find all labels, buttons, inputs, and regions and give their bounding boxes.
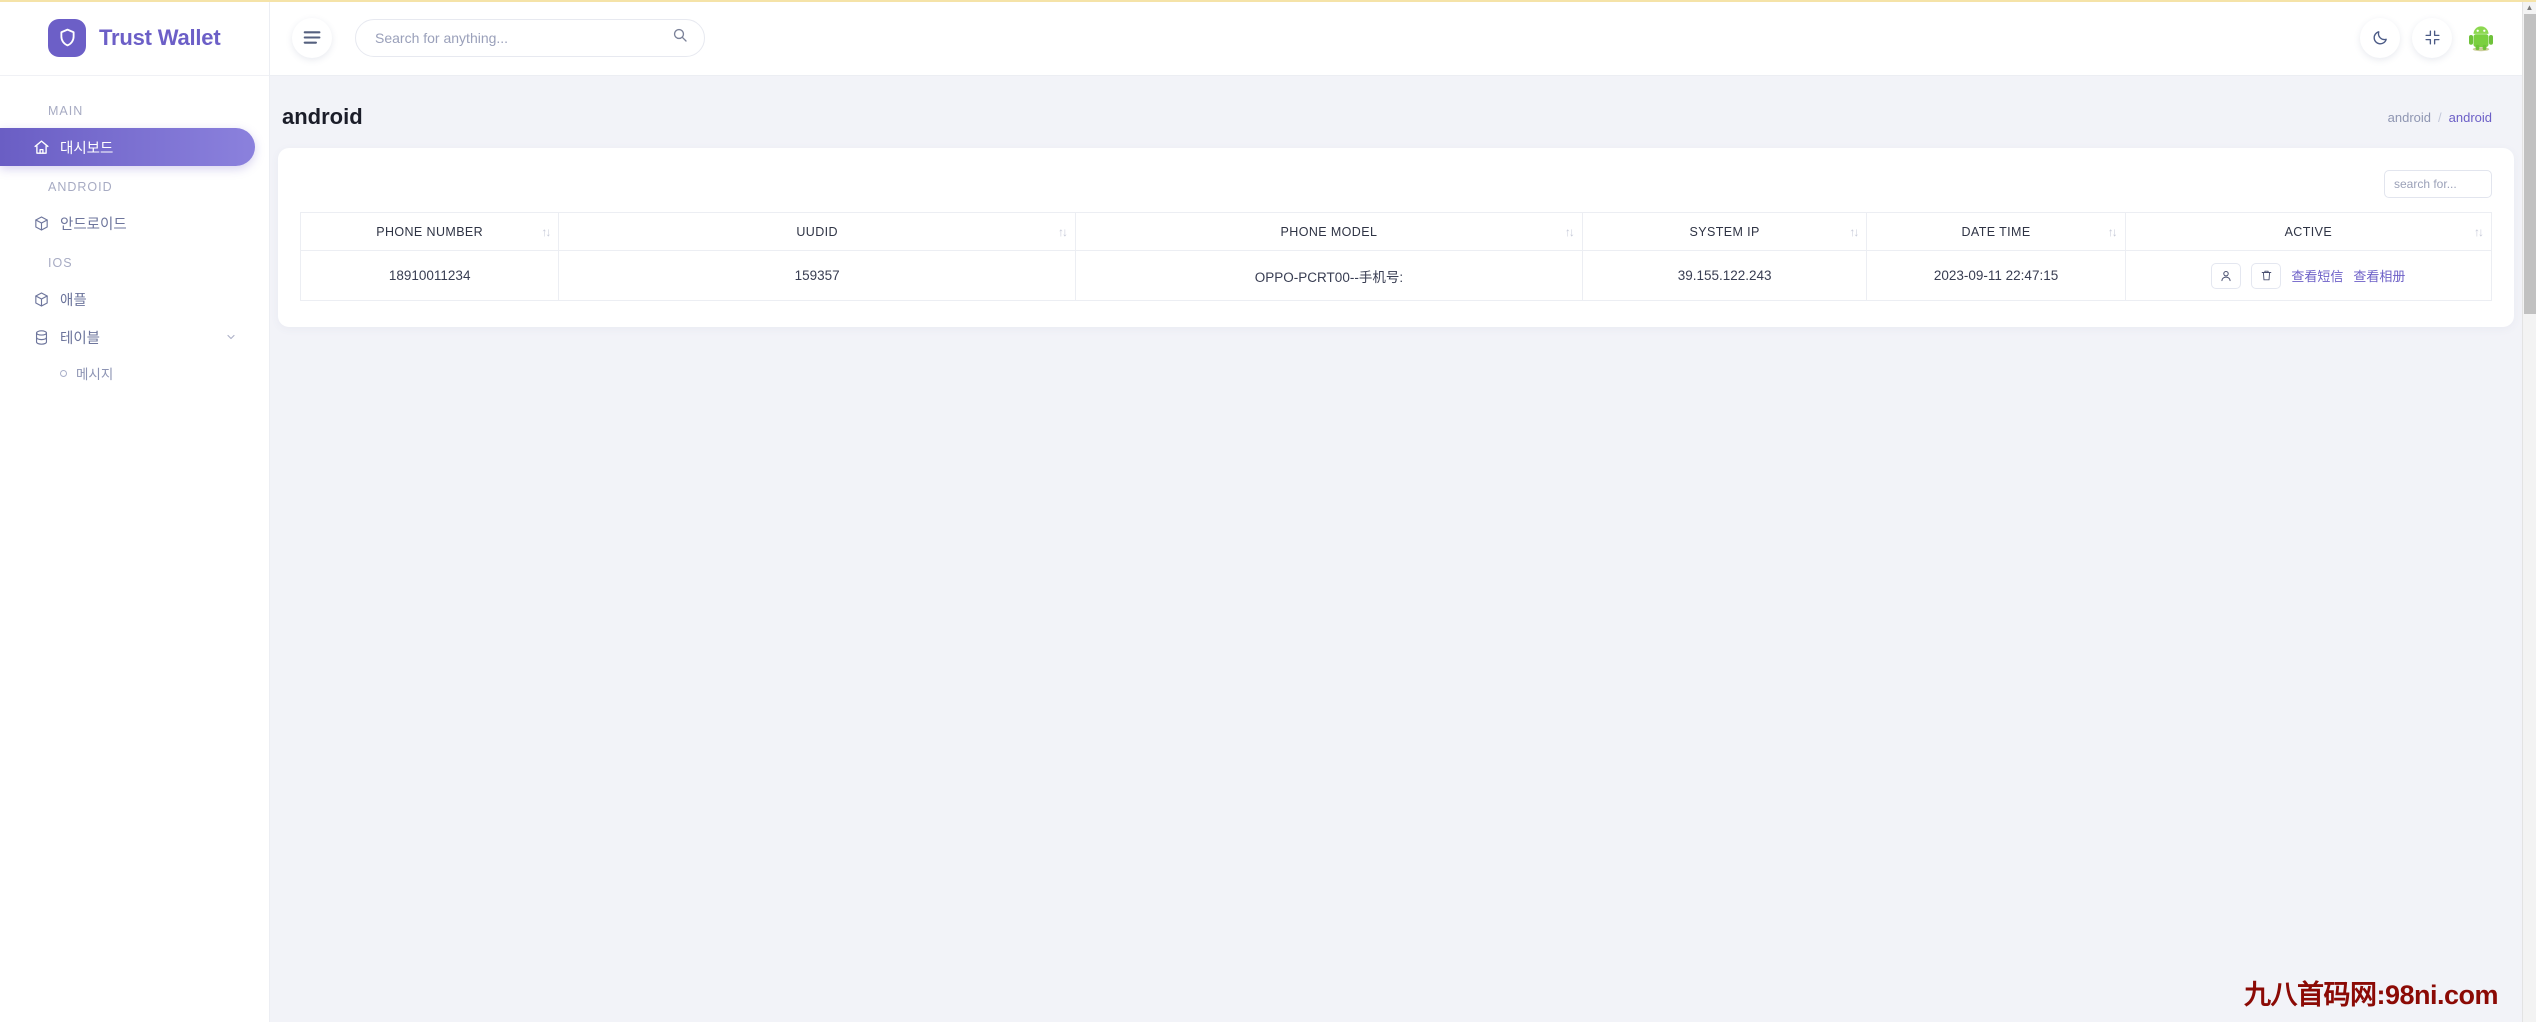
column-header-active[interactable]: ACTIVE ↑↓ [2124,212,2493,251]
sidebar-item-label: 테이블 [60,330,101,347]
sidebar-item-dashboard[interactable]: 대시보드 [0,128,255,166]
table-body: 18910011234 159357 OPPO-PCRT00--手机号: 39.… [299,250,2493,301]
column-header-phone-number[interactable]: PHONE NUMBER ↑↓ [299,212,560,251]
data-table: PHONE NUMBER ↑↓ UUDID ↑↓ PHONE MODEL ↑↓ [299,212,2493,301]
column-header-phone-model[interactable]: PHONE MODEL ↑↓ [1075,212,1583,251]
column-label: PHONE NUMBER [376,224,484,239]
sidebar-subitem-label: 메시지 [76,367,114,382]
database-icon [32,328,50,346]
chevron-down-icon[interactable] [225,331,237,343]
column-header-date-time[interactable]: DATE TIME ↑↓ [1866,212,2126,251]
column-header-system-ip[interactable]: SYSTEM IP ↑↓ [1581,212,1868,251]
sidebar-item-label: 안드로이드 [60,216,127,233]
sort-updown-icon[interactable]: ↑↓ [541,225,551,239]
column-label: DATE TIME [1961,224,2031,239]
sidebar-item-apple[interactable]: 애플 [0,280,255,318]
sort-updown-icon[interactable]: ↑↓ [1058,225,1068,239]
user-icon[interactable] [2211,262,2242,289]
table-toolbar [300,170,2492,198]
box-icon [32,290,50,308]
cell-active: 查看短信 查看相册 [2124,250,2493,301]
column-label: ACTIVE [2284,224,2333,239]
table-head: PHONE NUMBER ↑↓ UUDID ↑↓ PHONE MODEL ↑↓ [299,212,2493,251]
sidebar-item-label: 애플 [60,292,87,309]
site-watermark: 九八首码网:98ni.com [2243,980,2499,1010]
row-actions: 查看短信 查看相册 [2126,262,2491,289]
topbar-actions [2360,17,2498,58]
trash-icon[interactable] [2251,262,2282,289]
column-label: PHONE MODEL [1280,224,1378,239]
sidebar-item-table[interactable]: 테이블 [0,318,255,356]
table-row: 18910011234 159357 OPPO-PCRT00--手机号: 39.… [299,250,2493,301]
page-content: android android / android search for... … [270,76,2536,1022]
sort-updown-icon[interactable]: ↑↓ [1565,225,1575,239]
scrollbar-thumb[interactable] [2524,14,2536,314]
cell-system-ip: 39.155.122.243 [1581,250,1868,301]
search-icon[interactable] [672,27,688,48]
sidebar: Trust Wallet MAIN 대시보드 ANDROID 안드로이드 IOS [0,0,270,1022]
topbar [270,0,2536,76]
cell-uudid: 159357 [558,250,1077,301]
global-search[interactable] [355,18,705,57]
sidebar-section-android: ANDROID [48,180,113,194]
sort-updown-icon[interactable]: ↑↓ [1849,225,1859,239]
sidebar-subitem-message[interactable]: 메시지 [0,356,269,390]
main-area: android android / android [270,0,2536,1022]
sidebar-section-ios: IOS [48,256,73,270]
breadcrumb-parent[interactable]: android [2388,110,2431,125]
view-album-link[interactable]: 查看相册 [2353,266,2405,285]
brand-name: Trust Wallet [99,24,221,50]
column-header-uudid[interactable]: UUDID ↑↓ [558,212,1077,251]
hamburger-icon[interactable] [292,17,332,58]
bullet-icon [60,369,67,377]
moon-icon[interactable] [2360,17,2400,58]
shield-icon [48,18,86,57]
brand-header[interactable]: Trust Wallet [0,0,269,76]
view-sms-link[interactable]: 查看短信 [2291,266,2343,285]
sidebar-item-android[interactable]: 안드로이드 [0,204,255,242]
app-root: Trust Wallet MAIN 대시보드 ANDROID 안드로이드 IOS [0,0,2536,1022]
sort-updown-icon[interactable]: ↑↓ [2474,225,2484,239]
box-icon [32,214,50,232]
table-search-input[interactable] [2384,170,2492,198]
column-label: UUDID [796,224,838,239]
sidebar-item-label: 대시보드 [60,140,114,157]
collapse-icon[interactable] [2412,17,2452,58]
search-input[interactable] [375,29,672,46]
top-accent-bar [0,0,2536,2]
sidebar-section-main: MAIN [48,104,84,118]
page-header: android android / android [270,76,2522,148]
sidebar-nav: MAIN 대시보드 ANDROID 안드로이드 IOS 애플 테이블 메시지 [0,76,269,390]
table-header-row: PHONE NUMBER ↑↓ UUDID ↑↓ PHONE MODEL ↑↓ [299,212,2493,251]
scroll-up-arrow-icon[interactable]: ▲ [2523,0,2536,14]
page-title: android [282,104,363,129]
breadcrumb-separator: / [2438,109,2442,125]
table-card: PHONE NUMBER ↑↓ UUDID ↑↓ PHONE MODEL ↑↓ [278,148,2514,327]
cell-phone-number: 18910011234 [299,250,560,301]
cell-date-time: 2023-09-11 22:47:15 [1866,250,2126,301]
breadcrumb: android / android [2388,110,2492,125]
column-label: SYSTEM IP [1689,224,1760,239]
home-icon [32,138,50,156]
browser-scrollbar[interactable]: ▲ [2522,0,2536,1022]
cell-phone-model: OPPO-PCRT00--手机号: [1075,250,1583,301]
sort-updown-icon[interactable]: ↑↓ [2108,225,2118,239]
android-robot-avatar[interactable] [2464,21,2498,55]
breadcrumb-current[interactable]: android [2449,110,2492,125]
